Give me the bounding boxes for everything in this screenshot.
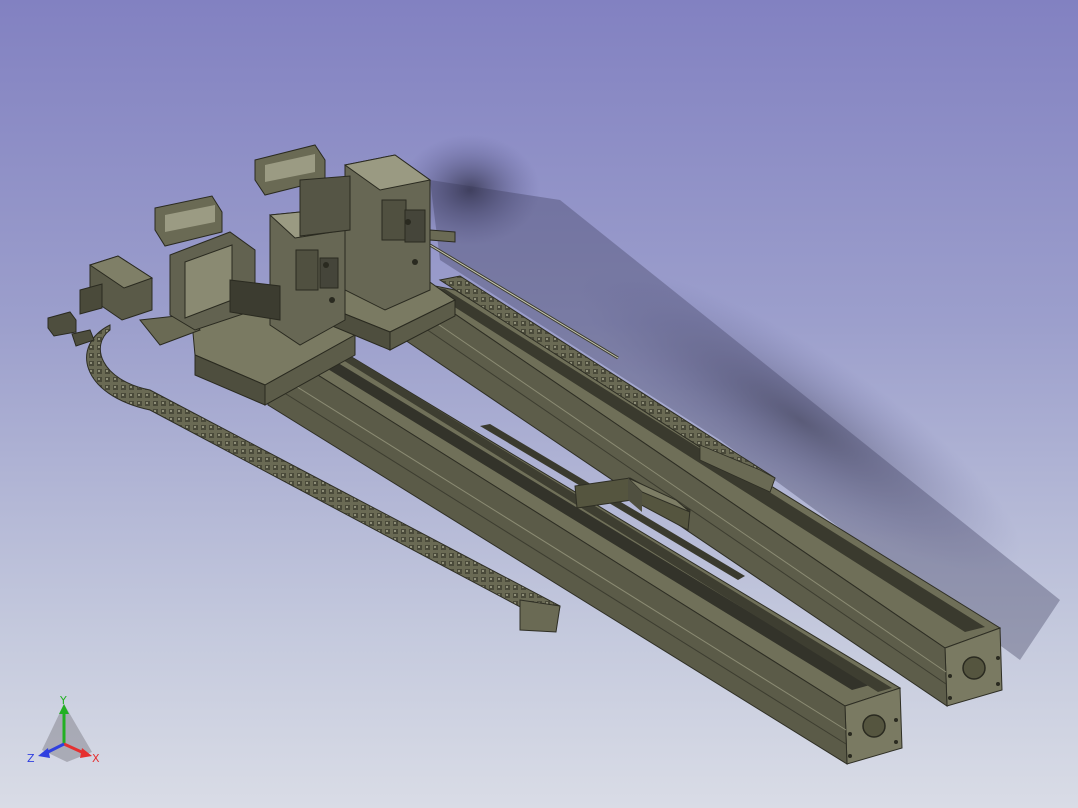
z-axis-label: Z xyxy=(27,752,35,765)
x-axis-label: X xyxy=(92,752,100,765)
cad-viewport[interactable]: Y X Z xyxy=(0,0,1078,808)
linear-module-assembly[interactable] xyxy=(0,0,1078,808)
orientation-triad[interactable]: Y X Z xyxy=(22,692,112,772)
y-axis-label: Y xyxy=(59,694,67,707)
